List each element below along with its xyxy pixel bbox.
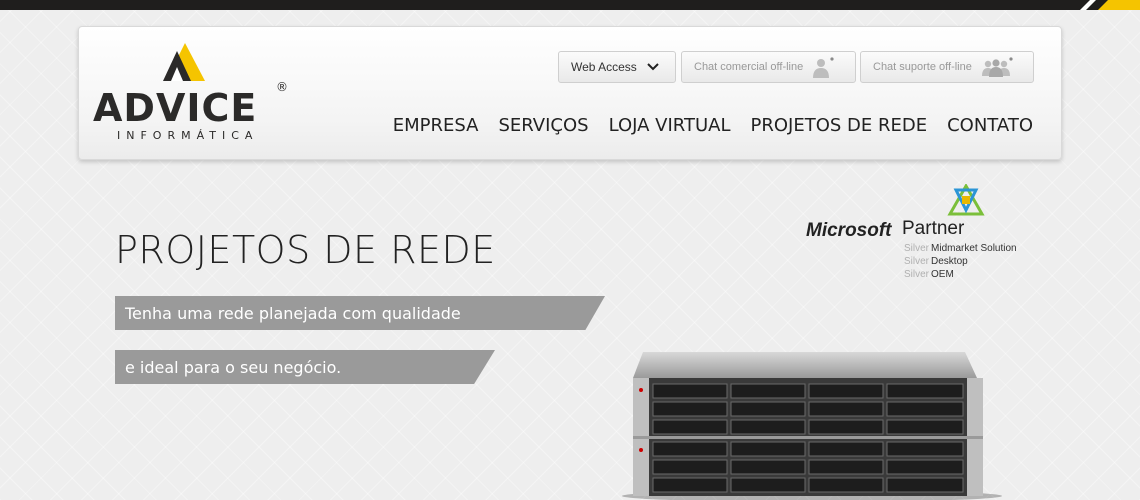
- nav-item-empresa[interactable]: EMPRESA: [393, 115, 479, 136]
- microsoft-partner-icon: [947, 184, 985, 216]
- logo-wordmark: ADVICE: [93, 86, 258, 130]
- person-icon: [813, 57, 834, 78]
- site-header: ADVICE ® INFORMÁTICA Web Access Chat com…: [78, 26, 1062, 160]
- microsoft-wordmark: Microsoft: [806, 220, 892, 241]
- partner-competency: Silver Desktop: [904, 256, 968, 267]
- hero-tagline-2: e ideal para o seu negócio.: [115, 350, 495, 384]
- hero-tagline-1: Tenha uma rede planejada com qualidade: [115, 296, 605, 330]
- page-title: PROJETOS DE REDE: [115, 228, 496, 272]
- server-rack-image: [622, 352, 1002, 500]
- logo-registered: ®: [276, 80, 288, 94]
- advice-logo[interactable]: ADVICE ® INFORMÁTICA: [93, 39, 298, 142]
- chat-support-label: Chat suporte off-line: [873, 61, 972, 73]
- logo-subtitle: INFORMÁTICA: [117, 129, 259, 142]
- nav-item-contato[interactable]: CONTATO: [947, 115, 1033, 136]
- nav-item-servicos[interactable]: SERVIÇOS: [498, 115, 588, 136]
- top-bar: [0, 0, 1140, 10]
- web-access-label: Web Access: [571, 60, 637, 74]
- chat-commercial-label: Chat comercial off-line: [694, 61, 804, 73]
- people-group-icon: [981, 57, 1013, 77]
- partner-label: Partner: [902, 218, 965, 239]
- corner-accent: [1080, 0, 1140, 10]
- main-nav: EMPRESA SERVIÇOS LOJA VIRTUAL PROJETOS D…: [393, 115, 1033, 136]
- logo-triangle-icon: [163, 43, 205, 81]
- partner-competency: Silver OEM: [904, 269, 954, 280]
- web-access-dropdown[interactable]: Web Access: [558, 51, 676, 83]
- nav-item-projetos-de-rede[interactable]: PROJETOS DE REDE: [751, 115, 928, 136]
- chat-support-button[interactable]: Chat suporte off-line: [860, 51, 1034, 83]
- nav-item-loja-virtual[interactable]: LOJA VIRTUAL: [609, 115, 731, 136]
- partner-competency: Silver Midmarket Solution: [904, 243, 1017, 254]
- chat-commercial-button[interactable]: Chat comercial off-line: [681, 51, 856, 83]
- microsoft-partner-badge: Microsoft Partner Silver Midmarket Soluti…: [806, 184, 1036, 284]
- chevron-down-icon: [647, 63, 659, 71]
